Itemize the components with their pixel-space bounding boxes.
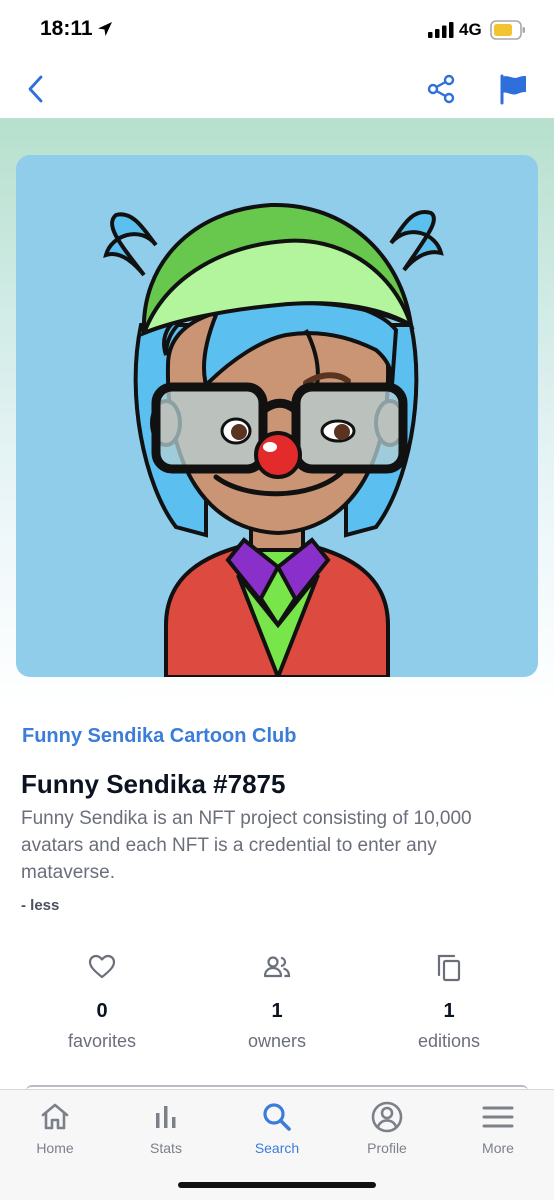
nft-artwork[interactable] (16, 155, 538, 677)
home-indicator (178, 1182, 376, 1188)
location-arrow-icon (98, 22, 112, 36)
nft-title: Funny Sendika #7875 (21, 769, 286, 799)
favorites-label: favorites (67, 1031, 137, 1051)
stat-favorites[interactable]: 0 favorites (27, 952, 177, 1052)
tab-home[interactable]: Home (5, 1100, 105, 1156)
network-type: 4G (459, 20, 482, 39)
share-icon[interactable] (424, 72, 458, 106)
tab-more[interactable]: More (448, 1100, 548, 1156)
bar-chart-icon (156, 1106, 176, 1128)
tab-home-label: Home (36, 1140, 74, 1156)
tab-profile[interactable]: Profile (337, 1100, 437, 1156)
nav-bar (0, 60, 554, 118)
nft-description: Funny Sendika is an NFT project consisti… (21, 808, 472, 883)
copy-icon (437, 954, 461, 982)
home-icon (41, 1103, 69, 1130)
tab-search-label: Search (254, 1140, 300, 1156)
favorites-count: 0 (96, 1000, 108, 1022)
stat-owners[interactable]: 1 owners (202, 952, 352, 1052)
collection-link[interactable]: Funny Sendika Cartoon Club (22, 725, 296, 748)
editions-count: 1 (443, 1000, 455, 1022)
status-time: 18:11 (40, 17, 93, 40)
owners-count: 1 (271, 1000, 283, 1022)
signal-bars-icon (428, 22, 454, 38)
people-icon (263, 956, 291, 978)
menu-icon (482, 1106, 514, 1128)
stat-editions[interactable]: 1 editions (374, 952, 524, 1052)
tab-profile-label: Profile (367, 1140, 407, 1156)
status-bar: 18:11 4G (0, 0, 554, 60)
flag-icon[interactable] (496, 72, 530, 106)
tab-search[interactable]: Search (227, 1100, 327, 1156)
battery-icon (490, 20, 525, 40)
heart-icon[interactable] (87, 952, 117, 982)
tab-more-label: More (482, 1140, 514, 1156)
profile-icon (371, 1101, 403, 1133)
editions-label: editions (417, 1031, 481, 1051)
tab-stats[interactable]: Stats (116, 1100, 216, 1156)
tab-stats-label: Stats (150, 1140, 182, 1156)
search-icon (263, 1103, 291, 1131)
less-toggle[interactable]: - less (21, 897, 59, 914)
nft-avatar-image (103, 202, 444, 677)
hero-section (0, 118, 554, 708)
owners-label: owners (247, 1031, 307, 1051)
back-chevron-icon[interactable] (22, 72, 52, 106)
